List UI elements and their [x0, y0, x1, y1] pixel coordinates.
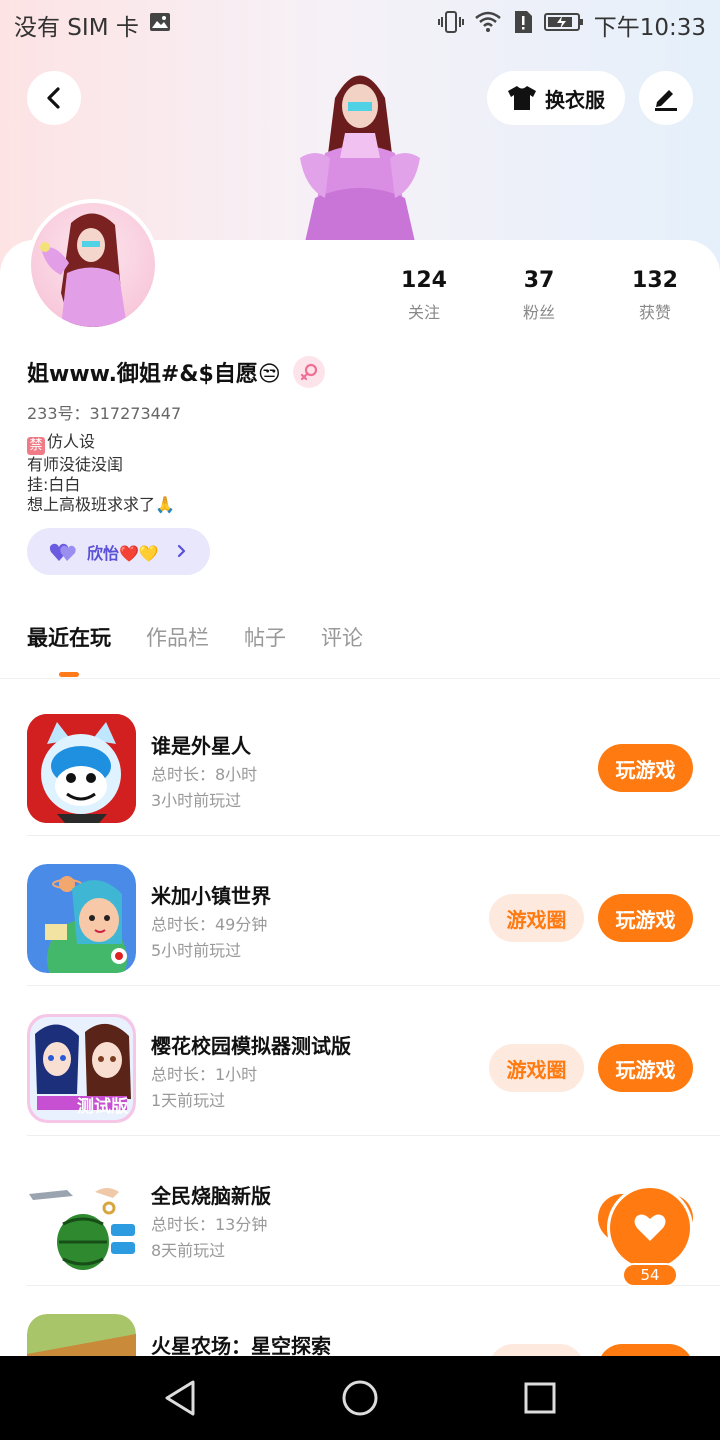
- stat-label: 关注: [407, 303, 440, 322]
- battery-icon: [543, 11, 584, 39]
- tab-label: 评论: [321, 626, 363, 650]
- pencil-icon: [655, 90, 677, 111]
- like-count-badge: 54: [622, 1263, 678, 1287]
- game-last-played: 8天前玩过: [151, 1241, 226, 1260]
- divider: [0, 678, 720, 679]
- back-button[interactable]: [27, 71, 81, 125]
- game-circle-button[interactable]: 游戏圈: [489, 894, 584, 942]
- bio: 禁仿人设 有师没徒没闺 挂:白白 想上高极班求求了🙏: [27, 432, 175, 515]
- system-navigation-bar: [0, 1356, 720, 1440]
- tab-comments[interactable]: 评论: [321, 622, 363, 678]
- tab-label: 帖子: [244, 626, 286, 650]
- change-outfit-label: 换衣服: [545, 87, 605, 112]
- chevron-left-icon: [47, 87, 60, 109]
- like-button[interactable]: [610, 1188, 690, 1268]
- relationship-tag-label: 欣怡❤️💛: [87, 543, 159, 563]
- game-name: 米加小镇世界: [151, 884, 271, 908]
- game-duration: 总时长：1小时: [151, 1065, 258, 1084]
- carrier-text: 没有 SIM 卡: [14, 15, 139, 41]
- vibrate-icon: [437, 10, 464, 40]
- image-icon: [149, 12, 171, 38]
- female-icon: [292, 356, 325, 388]
- heart-icon: [634, 1214, 666, 1241]
- bio-line: 挂:白白: [27, 475, 81, 494]
- tab-label: 作品栏: [146, 626, 209, 650]
- username: 姐www.御姐#&$自愿😒: [27, 356, 325, 388]
- bio-line: 有师没徒没闺: [27, 455, 124, 474]
- stat-followers[interactable]: 37 粉丝: [484, 268, 594, 323]
- alert-icon: [512, 10, 534, 40]
- play-game-button[interactable]: 玩游戏: [598, 894, 693, 942]
- avatar-3d-figure: [285, 58, 435, 242]
- game-icon-sakura: 测试版: [27, 1014, 136, 1123]
- relationship-tag[interactable]: 欣怡❤️💛: [27, 528, 210, 575]
- square-recents-icon: [524, 1382, 556, 1414]
- nav-home-button[interactable]: [340, 1378, 380, 1418]
- tab-recent-played[interactable]: 最近在玩: [27, 622, 111, 678]
- tab-posts[interactable]: 帖子: [244, 622, 286, 678]
- change-outfit-button[interactable]: 换衣服: [487, 71, 625, 125]
- game-icon-miga: [27, 864, 136, 973]
- game-name: 火星农场：星空探索: [151, 1334, 331, 1358]
- game-duration: 总时长：13分钟: [151, 1215, 268, 1234]
- list-item[interactable]: 谁是外星人 总时长：8小时 3小时前玩过 玩游戏: [27, 686, 720, 836]
- circle-home-icon: [342, 1380, 378, 1416]
- game-circle-button[interactable]: 游戏圈: [489, 1044, 584, 1092]
- game-duration: 总时长：8小时: [151, 765, 258, 784]
- bio-line: 仿人设: [47, 432, 96, 451]
- username-text: 姐www.御姐#&$自愿😒: [27, 362, 281, 387]
- stat-value: 132: [632, 268, 678, 293]
- nav-back-button[interactable]: [160, 1378, 200, 1418]
- game-name: 谁是外星人: [151, 734, 251, 758]
- game-name: 樱花校园模拟器测试版: [151, 1034, 351, 1058]
- list-item[interactable]: 测试版 樱花校园模拟器测试版 总时长：1小时 1天前玩过 游戏圈 玩游戏: [27, 986, 720, 1136]
- stat-value: 37: [523, 268, 555, 293]
- tshirt-icon: [508, 86, 536, 110]
- game-icon-brain: [27, 1164, 136, 1273]
- tab-indicator: [59, 672, 79, 677]
- clock-text: 下午10:33: [593, 15, 706, 41]
- stat-label: 获赞: [638, 303, 671, 322]
- stat-value: 124: [401, 268, 447, 293]
- nav-recents-button[interactable]: [520, 1378, 560, 1418]
- game-last-played: 3小时前玩过: [151, 791, 242, 810]
- hearts-icon: [49, 543, 76, 561]
- tab-label: 最近在玩: [27, 626, 111, 650]
- bio-line: 想上高极班求求了🙏: [27, 495, 175, 514]
- user-id: 233号：317273447: [27, 404, 182, 423]
- play-game-button[interactable]: 玩游戏: [598, 744, 693, 792]
- game-last-played: 5小时前玩过: [151, 941, 242, 960]
- play-game-button[interactable]: 玩游戏: [598, 1044, 693, 1092]
- edit-profile-button[interactable]: [639, 71, 693, 125]
- list-item[interactable]: 米加小镇世界 总时长：49分钟 5小时前玩过 游戏圈 玩游戏: [27, 836, 720, 986]
- game-icon-label: 测试版: [77, 1097, 128, 1117]
- game-name: 全民烧脑新版: [151, 1184, 271, 1208]
- stat-label: 粉丝: [522, 303, 555, 322]
- status-bar: 没有 SIM 卡 下午10:33: [0, 0, 720, 50]
- ban-badge: 禁: [27, 437, 45, 455]
- chevron-right-icon: [177, 544, 186, 558]
- triangle-back-icon: [165, 1380, 195, 1416]
- stat-following[interactable]: 124 关注: [369, 268, 479, 323]
- game-duration: 总时长：49分钟: [151, 915, 268, 934]
- game-last-played: 1天前玩过: [151, 1091, 226, 1110]
- stat-likes[interactable]: 132 获赞: [600, 268, 710, 323]
- avatar[interactable]: [27, 199, 159, 331]
- tab-works[interactable]: 作品栏: [146, 622, 209, 678]
- profile-tabs: 最近在玩 作品栏 帖子 评论: [27, 622, 363, 678]
- wifi-icon: [474, 11, 502, 39]
- game-icon-alien: [27, 714, 136, 823]
